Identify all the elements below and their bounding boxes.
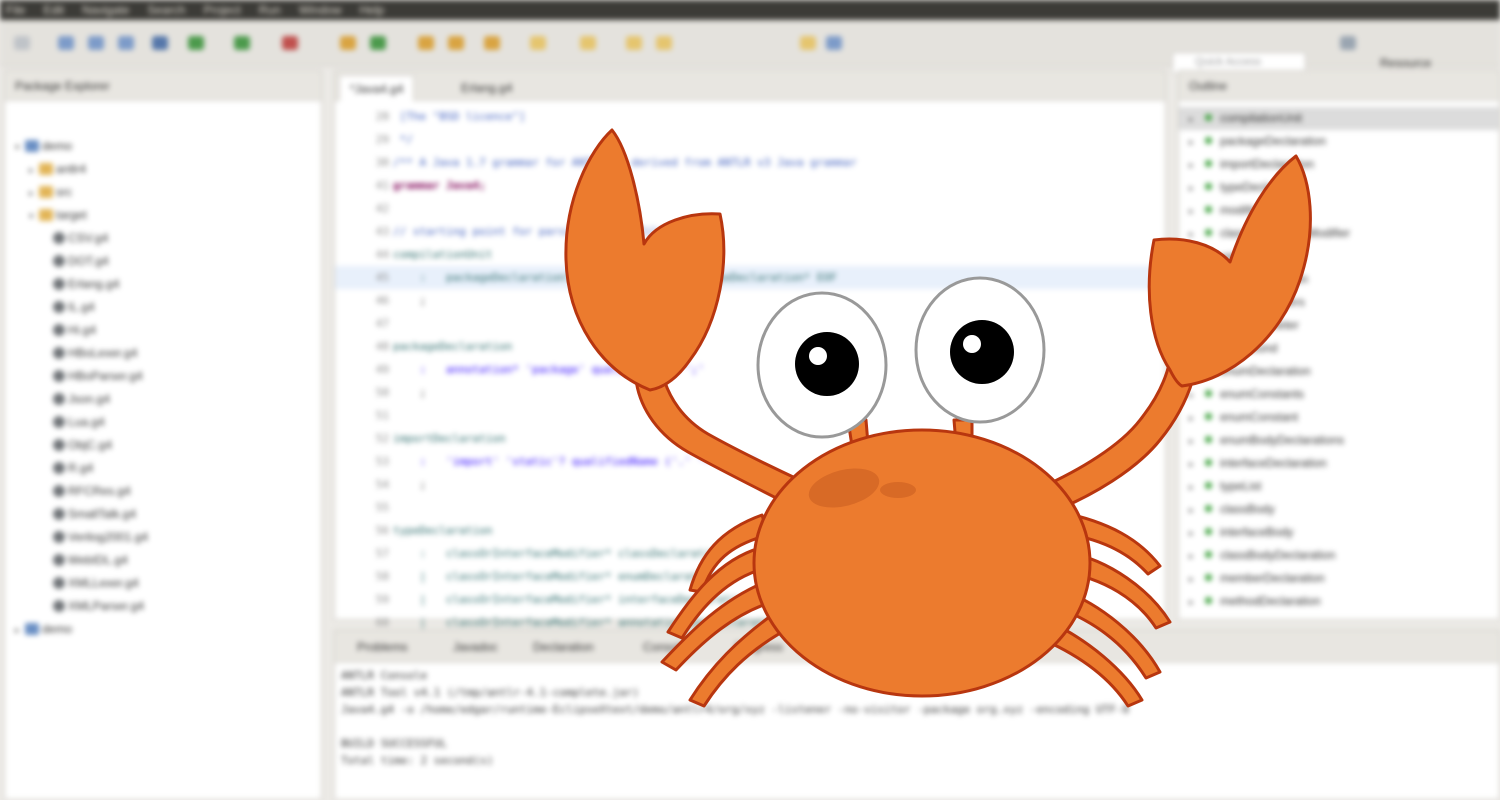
crab-claw-left [564,128,726,392]
crab-mascot [564,128,1312,708]
crab-body-spot-2 [880,482,916,498]
crab-body [752,428,1092,698]
crab-claw-right [1147,154,1312,388]
crab-pupil-right-shine [963,335,981,353]
crab-pupil-left [795,332,859,396]
crab-pupil-left-shine [809,347,827,365]
crab-pupil-right [950,320,1014,384]
